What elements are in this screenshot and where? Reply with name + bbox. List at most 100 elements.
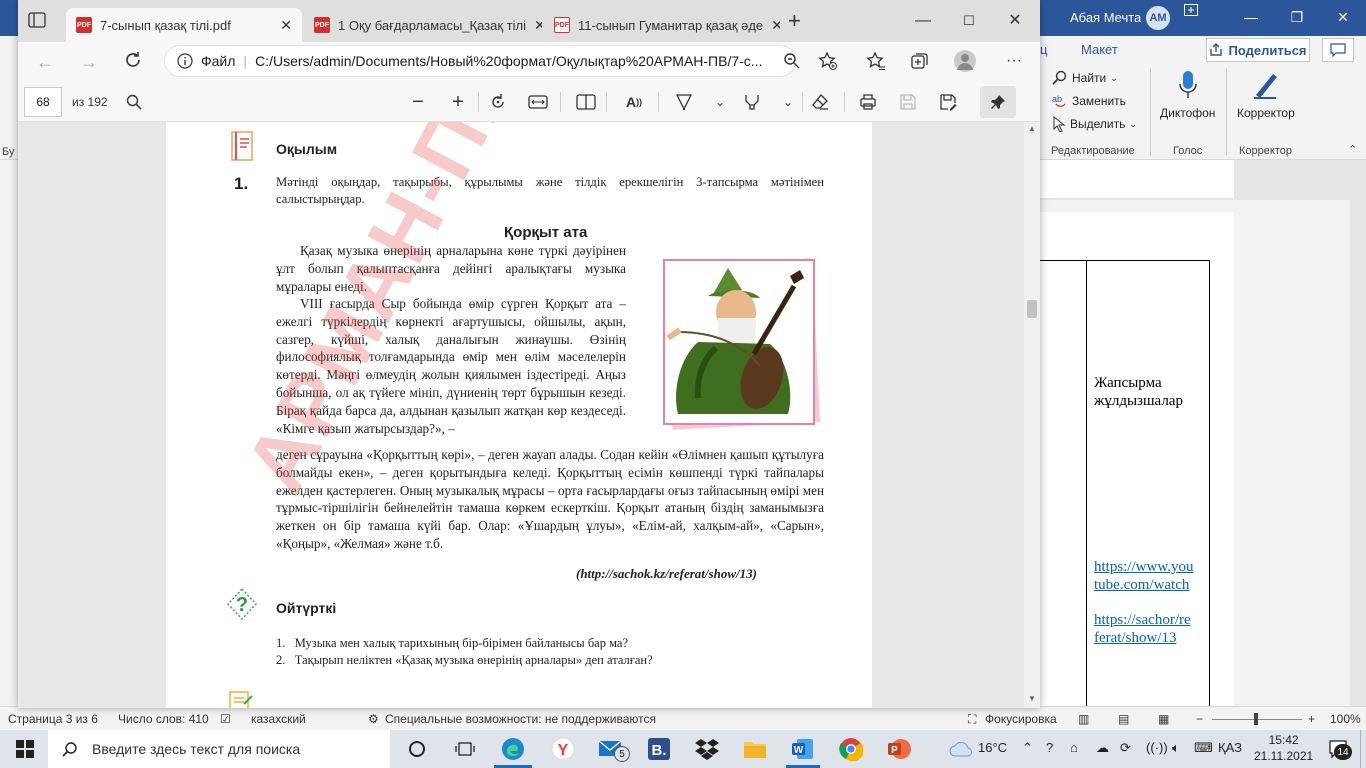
zoom-out-icon[interactable]: −	[406, 90, 430, 114]
search-icon[interactable]	[122, 90, 146, 114]
save-as-icon[interactable]	[936, 90, 960, 114]
close-icon[interactable]: ✕	[1320, 4, 1366, 30]
zoom-in-icon[interactable]: +	[446, 90, 470, 114]
zoom-icon[interactable]	[783, 52, 801, 70]
windows-start-icon[interactable]	[10, 734, 40, 764]
word-scrollbar[interactable]	[1350, 160, 1366, 706]
share-button[interactable]: Поделиться	[1206, 38, 1310, 62]
minimize-icon[interactable]: —	[900, 8, 946, 34]
wifi-icon[interactable]: ((·))	[1146, 740, 1168, 755]
file-explorer-icon[interactable]	[740, 734, 770, 764]
help-icon[interactable]: ?	[1046, 740, 1053, 755]
replace-button[interactable]: ab Заменить	[1052, 93, 1126, 109]
highlight-icon[interactable]	[740, 90, 764, 114]
weather-cloud-icon[interactable]	[946, 734, 976, 764]
avatar[interactable]: AM	[1146, 6, 1170, 30]
close-tab-icon[interactable]: ✕	[534, 17, 542, 34]
status-accessibility[interactable]: Специальные возможности: не поддерживают…	[385, 712, 656, 726]
scroll-up-icon[interactable]: ▲	[1028, 124, 1036, 133]
maximize-icon[interactable]: ☐	[946, 8, 992, 34]
show-hidden-icons-chevron[interactable]: ⌃	[1022, 740, 1033, 756]
b-app-icon[interactable]: B.	[644, 734, 674, 764]
cortana-icon[interactable]	[402, 734, 432, 764]
fit-width-icon[interactable]	[526, 90, 550, 114]
scrollbar-thumb[interactable]	[1027, 300, 1037, 318]
status-focus[interactable]: Фокусировка	[985, 712, 1057, 726]
new-tab-icon[interactable]: +	[788, 10, 801, 32]
read-mode-icon[interactable]: ▥	[1078, 712, 1089, 726]
forward-icon[interactable]: →	[80, 52, 98, 73]
rotate-icon[interactable]	[486, 90, 510, 114]
chevron-down-icon[interactable]: ⌄	[776, 90, 800, 114]
edge-taskbar-icon[interactable]	[498, 734, 528, 764]
page-number-input[interactable]: 68	[24, 87, 62, 117]
close-icon[interactable]: ✕	[992, 8, 1038, 34]
status-zoom[interactable]: 100%	[1330, 712, 1361, 726]
task-view-icon[interactable]	[450, 734, 480, 764]
zoom-slider-thumb[interactable]	[1254, 713, 1258, 725]
collections-icon[interactable]	[910, 51, 930, 71]
sync-icon[interactable]: ⟳	[1120, 740, 1131, 756]
restore-icon[interactable]: ❐	[1274, 4, 1320, 30]
zoom-in-icon[interactable]: +	[1308, 712, 1315, 726]
tab-pdf-kazakh-7[interactable]: PDF 7-сынып қазақ тілі.pdf ✕	[66, 8, 302, 42]
minimize-icon[interactable]: —	[1228, 4, 1274, 30]
accessibility-icon[interactable]: ⚙	[368, 712, 379, 726]
draw-icon[interactable]	[672, 90, 696, 114]
find-button[interactable]: Найти ⌄	[1052, 70, 1118, 86]
tab-layout[interactable]: Макет	[1081, 42, 1118, 57]
profile-icon[interactable]	[954, 50, 976, 72]
print-layout-icon[interactable]: ▤	[1118, 712, 1129, 726]
clock[interactable]: 15:42 21.11.2021	[1254, 732, 1313, 764]
weather-temperature[interactable]: 16°C	[978, 740, 1007, 755]
tab-actions-icon[interactable]	[28, 12, 48, 30]
status-language[interactable]: казахский	[251, 712, 306, 726]
collapse-ribbon-icon[interactable]: ⌃	[1348, 143, 1357, 156]
link-youtube-line2[interactable]: tube.com/watch	[1094, 576, 1189, 594]
show-desktop-button[interactable]	[1360, 730, 1366, 768]
pin-toolbar-button[interactable]	[980, 86, 1016, 118]
print-icon[interactable]	[856, 90, 880, 114]
dropbox-icon[interactable]	[692, 734, 722, 764]
comments-button[interactable]	[1322, 38, 1354, 62]
editor-button[interactable]: Корректор	[1237, 70, 1295, 120]
back-icon[interactable]: ←	[36, 52, 54, 73]
input-language[interactable]: ҚАЗ	[1218, 740, 1242, 755]
status-page[interactable]: Страница 3 из 6	[8, 712, 98, 726]
link-youtube-line1[interactable]: https://www.you	[1094, 558, 1193, 576]
powerpoint-icon[interactable]: P	[884, 734, 914, 764]
dictate-button[interactable]: Диктофон	[1160, 70, 1215, 120]
keyboard-icon[interactable]: ⌨	[1194, 740, 1213, 756]
yandex-icon[interactable]: Y	[548, 734, 578, 764]
word-taskbar-icon[interactable]: W	[788, 734, 818, 764]
more-options-icon[interactable]: ···	[1006, 52, 1022, 70]
link-referat-line2[interactable]: ferat/show/13	[1094, 629, 1176, 647]
close-tab-icon[interactable]: ✕	[280, 17, 292, 34]
scroll-down-icon[interactable]: ▼	[1028, 694, 1036, 703]
tab-references-partial[interactable]: ц	[1040, 42, 1047, 57]
read-aloud-icon[interactable]: A))	[622, 90, 646, 114]
tab-gumanitar-11[interactable]: PDF 11-сынып Гуманитар қазақ әде ✕	[544, 8, 780, 42]
link-referat-line1[interactable]: https://sachor/re	[1094, 611, 1191, 629]
refresh-icon[interactable]	[124, 51, 142, 69]
close-tab-icon[interactable]: ✕	[771, 17, 780, 34]
chrome-icon[interactable]	[836, 734, 866, 764]
favorites-icon[interactable]	[866, 51, 886, 71]
zoom-out-icon[interactable]: −	[1196, 712, 1203, 726]
address-bar[interactable]: Файл | C:/Users/admin/Documents/Новый%20…	[164, 45, 796, 77]
chevron-down-icon[interactable]: ⌄	[708, 90, 732, 114]
network-icon[interactable]: ⌂	[1070, 740, 1078, 755]
web-layout-icon[interactable]: ▦	[1158, 712, 1169, 726]
status-words[interactable]: Число слов: 410	[118, 712, 209, 726]
proofing-icon[interactable]: ☑	[220, 712, 231, 726]
focus-icon[interactable]: ⛶	[968, 712, 976, 727]
onedrive-icon[interactable]: ☁	[1096, 740, 1109, 756]
page-view-icon[interactable]	[574, 90, 598, 114]
tab-oqu-bagdarlamasy[interactable]: PDF 1 Оқу бағдарламасы_Қазақ тілі ✕	[304, 8, 542, 42]
volume-icon[interactable]: 🔈︎	[1172, 740, 1180, 756]
taskbar-search[interactable]: Введите здесь текст для поиска	[48, 730, 390, 768]
ribbon-display-icon[interactable]	[1184, 4, 1230, 30]
select-button[interactable]: Выделить ⌄	[1052, 116, 1137, 132]
add-favorite-icon[interactable]	[818, 51, 838, 71]
save-icon[interactable]	[896, 90, 920, 114]
